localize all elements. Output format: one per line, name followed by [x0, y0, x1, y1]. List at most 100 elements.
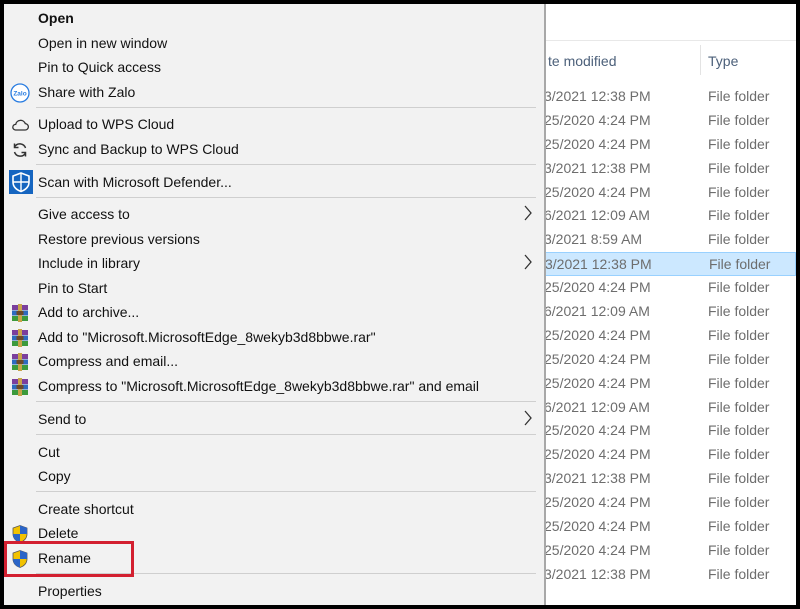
menu-item-label: Include in library	[38, 255, 140, 271]
table-row[interactable]: 6/2021 12:09 AM File folder	[544, 396, 796, 420]
winrar-icon	[10, 377, 30, 397]
chevron-right-icon	[523, 205, 533, 221]
menu-item-label: Open	[38, 10, 74, 26]
type-cell: File folder	[708, 422, 770, 439]
table-row[interactable]: 3/2021 12:38 PM File folder	[544, 157, 796, 181]
menu-item-include-library[interactable]: Include in library	[4, 251, 544, 275]
table-row[interactable]: 25/2020 4:24 PM File folder	[544, 348, 796, 372]
menu-item-cut[interactable]: Cut	[4, 440, 544, 464]
menu-item-compress-email[interactable]: Compress and email...	[4, 349, 544, 373]
rename-highlight-box	[4, 541, 134, 577]
table-row[interactable]: 3/2021 12:38 PM File folder	[544, 252, 796, 277]
menu-item-scan-defender[interactable]: Scan with Microsoft Defender...	[4, 170, 544, 194]
chevron-right-icon	[523, 410, 533, 426]
table-row[interactable]: 25/2020 4:24 PM File folder	[544, 372, 796, 396]
menu-item-sync-wps[interactable]: Sync and Backup to WPS Cloud	[4, 137, 544, 161]
table-row[interactable]: 3/2021 12:38 PM File folder	[544, 85, 796, 109]
date-modified-cell: 3/2021 8:59 AM	[544, 231, 643, 248]
table-row[interactable]: 3/2021 8:59 AM File folder	[544, 228, 796, 252]
table-row[interactable]: 25/2020 4:24 PM File folder	[544, 443, 796, 467]
table-row[interactable]: 25/2020 4:24 PM File folder	[544, 133, 796, 157]
table-row[interactable]: 25/2020 4:24 PM File folder	[544, 109, 796, 133]
date-modified-cell: 25/2020 4:24 PM	[544, 183, 651, 200]
table-row[interactable]: 25/2020 4:24 PM File folder	[544, 515, 796, 539]
menu-item-label: Compress and email...	[38, 353, 179, 369]
menu-item-label: Compress to "Microsoft.MicrosoftEdge_8we…	[38, 378, 480, 394]
table-row[interactable]: 6/2021 12:09 AM File folder	[544, 300, 796, 324]
menu-item-pin-start[interactable]: Pin to Start	[4, 276, 544, 300]
type-cell: File folder	[709, 256, 771, 273]
date-modified-cell: 25/2020 4:24 PM	[544, 350, 651, 367]
menu-item-label: Pin to Start	[38, 280, 108, 296]
table-row[interactable]: 3/2021 12:38 PM File folder	[544, 563, 796, 587]
table-row[interactable]: 6/2021 12:09 AM File folder	[544, 204, 796, 228]
column-separator[interactable]	[700, 45, 701, 75]
date-modified-cell: 25/2020 4:24 PM	[544, 541, 651, 558]
menu-item-create-shortcut[interactable]: Create shortcut	[4, 497, 544, 521]
menu-separator	[36, 107, 536, 108]
type-cell: File folder	[708, 159, 770, 176]
menu-item-properties[interactable]: Properties	[4, 579, 544, 603]
table-row[interactable]: 25/2020 4:24 PM File folder	[544, 276, 796, 300]
date-modified-cell: 25/2020 4:24 PM	[544, 446, 651, 463]
type-cell: File folder	[708, 565, 770, 582]
date-modified-cell: 3/2021 12:38 PM	[544, 88, 651, 104]
date-modified-cell: 25/2020 4:24 PM	[544, 135, 651, 152]
type-cell: File folder	[708, 470, 770, 487]
menu-separator	[36, 197, 536, 198]
date-modified-cell: 6/2021 12:09 AM	[544, 398, 650, 415]
menu-item-label: Pin to Quick access	[38, 59, 161, 75]
menu-item-share-zalo[interactable]: Zalo Share with Zalo	[4, 80, 544, 104]
file-list: 3/2021 12:38 PM File folder 25/2020 4:24 P…	[544, 85, 796, 587]
winrar-icon	[10, 328, 30, 348]
sync-icon	[10, 140, 30, 160]
menu-item-label: Sync and Backup to WPS Cloud	[38, 141, 239, 157]
type-cell: File folder	[708, 494, 770, 511]
menu-item-label: Give access to	[38, 206, 130, 222]
menu-item-pin-quick-access[interactable]: Pin to Quick access	[4, 55, 544, 79]
type-cell: File folder	[708, 135, 770, 152]
table-row[interactable]: 25/2020 4:24 PM File folder	[544, 491, 796, 515]
context-menu: Open Open in new window Pin to Quick acc…	[4, 4, 546, 605]
column-header-bar: te modified Type	[544, 40, 796, 80]
type-cell: File folder	[708, 518, 770, 535]
menu-item-restore-versions[interactable]: Restore previous versions	[4, 227, 544, 251]
menu-separator	[36, 164, 536, 165]
table-row[interactable]: 3/2021 12:38 PM File folder	[544, 467, 796, 491]
column-header-date-modified[interactable]: te modified	[548, 53, 616, 69]
table-row[interactable]: 25/2020 4:24 PM File folder	[544, 539, 796, 563]
date-modified-cell: 3/2021 12:38 PM	[544, 159, 651, 176]
date-modified-cell: 25/2020 4:24 PM	[544, 374, 651, 391]
menu-item-label: Scan with Microsoft Defender...	[38, 174, 232, 190]
defender-shield-icon	[9, 170, 33, 194]
table-row[interactable]: 25/2020 4:24 PM File folder	[544, 419, 796, 443]
date-modified-cell: 3/2021 12:38 PM	[544, 470, 651, 487]
menu-item-label: Create shortcut	[38, 501, 134, 517]
menu-item-send-to[interactable]: Send to	[4, 407, 544, 431]
cloud-icon	[10, 115, 30, 135]
date-modified-cell: 6/2021 12:09 AM	[544, 303, 650, 320]
menu-separator	[36, 401, 536, 402]
menu-item-compress-rar-email[interactable]: Compress to "Microsoft.MicrosoftEdge_8we…	[4, 374, 544, 398]
date-modified-cell: 25/2020 4:24 PM	[544, 494, 651, 511]
menu-item-label: Delete	[38, 525, 79, 541]
menu-item-give-access[interactable]: Give access to	[4, 202, 544, 226]
date-modified-cell: 25/2020 4:24 PM	[544, 518, 651, 535]
zalo-icon: Zalo	[10, 83, 30, 103]
date-modified-cell: 25/2020 4:24 PM	[544, 422, 651, 439]
menu-item-add-archive[interactable]: Add to archive...	[4, 300, 544, 324]
type-cell: File folder	[708, 88, 770, 104]
menu-item-add-rar[interactable]: Add to "Microsoft.MicrosoftEdge_8wekyb3d…	[4, 325, 544, 349]
menu-item-open-new-window[interactable]: Open in new window	[4, 31, 544, 55]
table-row[interactable]: 25/2020 4:24 PM File folder	[544, 324, 796, 348]
menu-item-upload-wps[interactable]: Upload to WPS Cloud	[4, 112, 544, 136]
menu-item-label: Send to	[38, 411, 87, 427]
menu-item-copy[interactable]: Copy	[4, 464, 544, 488]
zalo-icon-text: Zalo	[13, 91, 26, 98]
table-row[interactable]: 25/2020 4:24 PM File folder	[544, 181, 796, 205]
date-modified-cell: 25/2020 4:24 PM	[544, 326, 651, 343]
column-header-type[interactable]: Type	[708, 53, 738, 69]
type-cell: File folder	[708, 207, 770, 224]
menu-item-open[interactable]: Open	[4, 6, 544, 30]
type-cell: File folder	[708, 303, 770, 320]
